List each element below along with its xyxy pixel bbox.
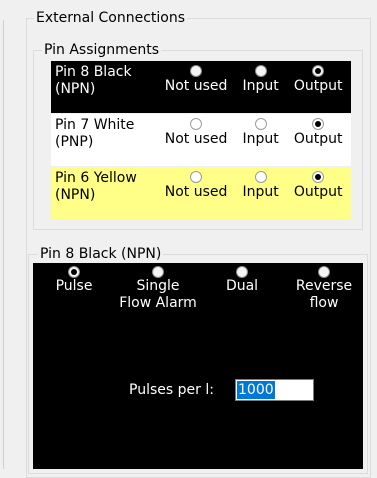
radio-button-checked-icon[interactable]	[68, 266, 80, 278]
left-panel-divider	[3, 20, 4, 469]
mode-single-flow-alarm[interactable]: Single Flow Alarm	[119, 266, 197, 312]
pin8-option-output[interactable]: Output	[285, 61, 351, 113]
radio-button-icon[interactable]	[190, 171, 203, 183]
radio-button-icon[interactable]	[254, 171, 267, 183]
pin7-option-not-used[interactable]: Not used	[156, 114, 235, 166]
pin-label: Pin 8 Black (NPN)	[55, 64, 132, 97]
mode-dual[interactable]: Dual	[217, 266, 267, 295]
pin8-settings-panel: Pulse Single Flow Alarm Dual Reverse flo…	[33, 263, 363, 469]
radio-button-checked-icon[interactable]	[312, 171, 325, 183]
pin-row-pin7-white: Pin 7 White (PNP) Not used Input Output	[51, 114, 351, 166]
pin8-option-not-used[interactable]: Not used	[156, 61, 235, 113]
radio-button-icon[interactable]	[236, 266, 248, 278]
pin7-option-input[interactable]: Input	[236, 114, 286, 166]
pin-row-pin6-yellow: Pin 6 Yellow (NPN) Not used Input Output	[51, 167, 351, 219]
radio-button-icon[interactable]	[190, 118, 203, 130]
external-connections-title: External Connections	[34, 10, 188, 26]
pulses-per-liter-label: Pulses per l:	[129, 382, 214, 398]
pin8-option-input[interactable]: Input	[236, 61, 286, 113]
pulses-per-liter-value: 1000	[237, 381, 275, 399]
pin8-settings-title: Pin 8 Black (NPN)	[38, 246, 164, 262]
pin6-option-output[interactable]: Output	[285, 167, 351, 219]
radio-button-icon[interactable]	[254, 118, 267, 130]
pin7-option-output[interactable]: Output	[285, 114, 351, 166]
radio-button-checked-icon[interactable]	[312, 118, 325, 130]
pin6-option-not-used[interactable]: Not used	[156, 167, 235, 219]
radio-button-icon[interactable]	[190, 65, 203, 77]
pulses-per-liter-input[interactable]: 1000	[235, 379, 314, 401]
radio-button-icon[interactable]	[152, 266, 164, 278]
pin-assignments-title: Pin Assignments	[42, 42, 162, 58]
pin-row-pin8-black: Pin 8 Black (NPN) Not used Input Output	[51, 61, 351, 113]
pin6-option-input[interactable]: Input	[236, 167, 286, 219]
radio-button-checked-icon[interactable]	[312, 65, 325, 77]
radio-button-icon[interactable]	[318, 266, 330, 278]
radio-button-icon[interactable]	[254, 65, 267, 77]
pin-label: Pin 7 White (PNP)	[55, 117, 135, 150]
pin-label: Pin 6 Yellow (NPN)	[55, 170, 137, 203]
mode-pulse[interactable]: Pulse	[47, 266, 101, 295]
mode-reverse-flow[interactable]: Reverse flow	[291, 266, 357, 312]
